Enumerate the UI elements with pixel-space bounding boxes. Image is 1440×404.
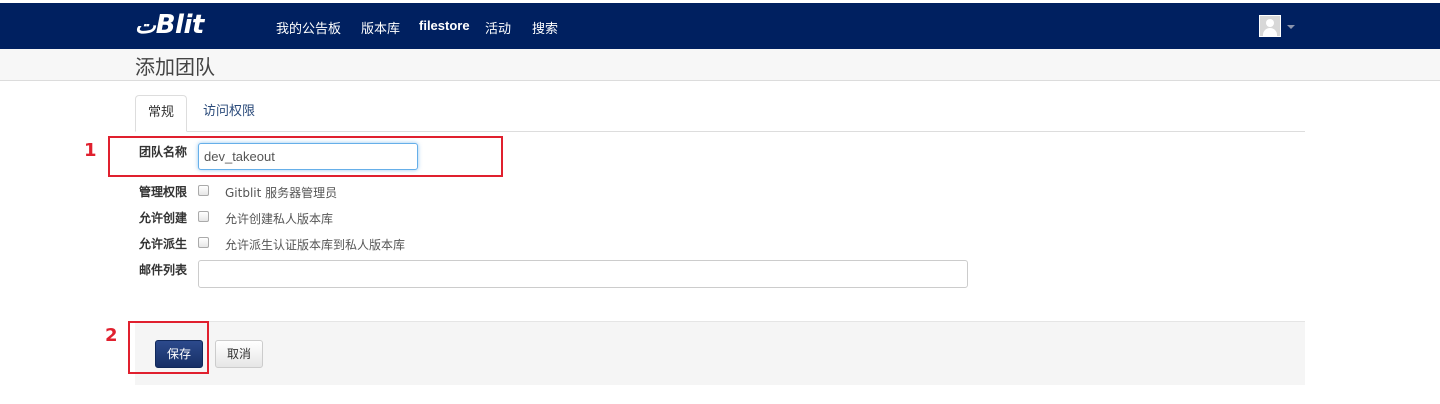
- annotation-box-1: [108, 136, 503, 177]
- fork-description: 允许派生认证版本库到私人版本库: [225, 238, 406, 252]
- create-label: 允许创建: [139, 211, 188, 225]
- nav-dashboard[interactable]: 我的公告板: [276, 18, 341, 37]
- tab-bar: 常规 访问权限: [135, 95, 1305, 132]
- nav-repositories[interactable]: 版本库: [361, 18, 400, 37]
- user-avatar[interactable]: [1259, 15, 1281, 37]
- page-title: 添加团队: [135, 55, 215, 79]
- annotation-box-2: [128, 321, 209, 374]
- nav-search[interactable]: 搜索: [532, 18, 558, 37]
- nav-activity[interactable]: 活动: [485, 18, 511, 37]
- fork-checkbox[interactable]: [198, 237, 209, 248]
- admin-label: 管理权限: [139, 185, 188, 199]
- mailing-list-label: 邮件列表: [139, 263, 188, 277]
- mailing-list-input[interactable]: [198, 260, 968, 288]
- fork-label: 允许派生: [139, 237, 188, 251]
- nav-filestore[interactable]: filestore: [419, 18, 470, 33]
- form-actions: 保存 取消: [135, 321, 1305, 385]
- create-checkbox[interactable]: [198, 211, 209, 222]
- tab-access-permissions[interactable]: 访问权限: [191, 95, 267, 131]
- avatar-body: [1263, 28, 1277, 36]
- brand-text: Blit: [155, 10, 205, 40]
- admin-checkbox[interactable]: [198, 185, 209, 196]
- gitblit-logo[interactable]: تBlit: [135, 10, 204, 40]
- tab-general[interactable]: 常规: [135, 95, 188, 132]
- annotation-marker-2: 2: [105, 325, 118, 346]
- chevron-down-icon[interactable]: [1287, 25, 1295, 29]
- cancel-button[interactable]: 取消: [215, 340, 263, 368]
- avatar-head: [1266, 19, 1274, 27]
- annotation-marker-1: 1: [84, 140, 97, 161]
- navbar: تBlit 我的公告板 版本库 filestore 活动 搜索: [0, 3, 1440, 49]
- brand-prefix: ت: [135, 14, 156, 39]
- admin-description: Gitblit 服务器管理员: [225, 186, 338, 200]
- create-description: 允许创建私人版本库: [225, 212, 334, 226]
- page-header: 添加团队: [0, 49, 1440, 81]
